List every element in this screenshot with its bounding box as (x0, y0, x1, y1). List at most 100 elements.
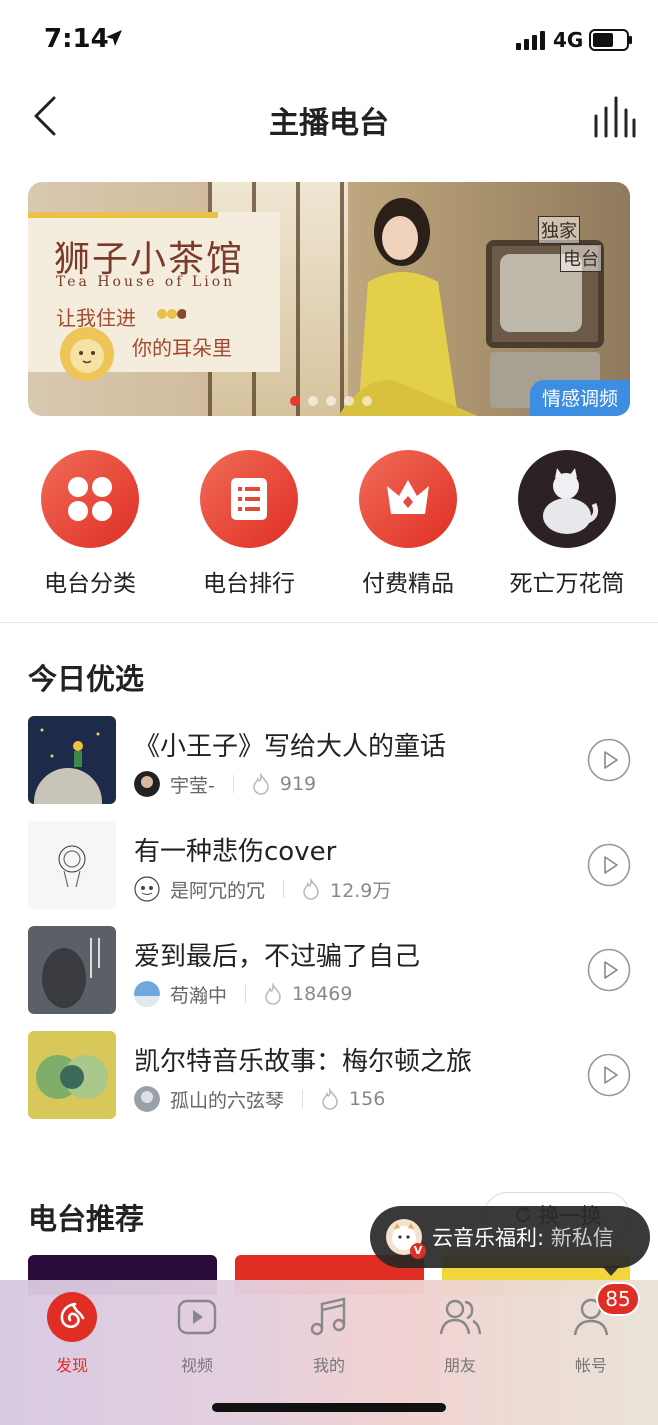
friends-icon (439, 1299, 482, 1335)
tab-label: 帐号 (574, 1356, 607, 1375)
quick-link-premium[interactable]: 付费精品 (328, 450, 488, 598)
pager-dot[interactable] (344, 396, 354, 406)
badge-top-text: 独家 (538, 216, 580, 244)
tab-friends[interactable]: 朋友 (415, 1292, 505, 1376)
tab-label: 朋友 (443, 1356, 476, 1375)
item-play-count: 18469 (292, 983, 353, 1005)
video-icon (177, 1299, 217, 1335)
pager-dot[interactable] (362, 396, 372, 406)
list-icon (231, 478, 267, 520)
item-author: 苟瀚中 (170, 984, 228, 1007)
item-play-count: 156 (349, 1088, 386, 1110)
play-icon[interactable] (587, 843, 631, 887)
play-icon[interactable] (587, 948, 631, 992)
now-playing-icon[interactable] (588, 94, 638, 140)
quick-link-label: 付费精品 (362, 571, 454, 597)
pager-dot[interactable] (308, 396, 318, 406)
lion-icon (60, 327, 114, 381)
item-meta: 宇莹- 919 (134, 770, 316, 798)
item-title: 凯尔特音乐故事：梅尔顿之旅 (134, 1047, 473, 1077)
avatar (134, 1086, 160, 1112)
banner-subtitle: Tea House of Lion (56, 274, 236, 290)
toast-text: 云音乐福利: 新私信 (432, 1226, 614, 1250)
cover-image (28, 821, 116, 909)
quick-link-featured-station[interactable]: 死亡万花筒 (487, 450, 647, 598)
banner-accent-line (28, 212, 218, 218)
list-item[interactable]: 《小王子》写给大人的童话 宇莹- 919 (0, 716, 658, 816)
cover-image (28, 716, 116, 804)
avatar (134, 981, 160, 1007)
badge-bottom-text: 电台 (560, 244, 602, 272)
banner-exclusive-badge: 独家 电台 (538, 216, 614, 272)
item-meta: 孤山的六弦琴 156 (134, 1085, 385, 1113)
item-author: 孤山的六弦琴 (170, 1089, 285, 1112)
pager-dot[interactable] (326, 396, 336, 406)
toast-sub-text: 新私信 (550, 1226, 614, 1250)
section-divider (0, 622, 658, 623)
music-note-icon (310, 1297, 346, 1336)
quick-link-label: 死亡万花筒 (509, 571, 625, 597)
quick-link-label: 电台排行 (203, 571, 295, 597)
item-author: 是阿冗的冗 (170, 879, 266, 902)
toast-avatar: V (386, 1219, 426, 1259)
status-bar: 7:14 4G (0, 0, 658, 80)
tab-label: 视频 (180, 1356, 213, 1375)
item-play-count: 12.9万 (330, 879, 392, 902)
today-section-title: 今日优选 (28, 662, 145, 696)
message-toast[interactable]: V 云音乐福利: 新私信 (370, 1206, 650, 1276)
play-icon[interactable] (587, 738, 631, 782)
item-play-count: 919 (279, 773, 317, 795)
item-meta: 是阿冗的冗 12.9万 (134, 875, 391, 903)
quick-link-ranking[interactable]: 电台排行 (169, 450, 329, 598)
banner-carousel[interactable]: 狮子小茶馆 Tea House of Lion 让我住进 你的耳朵里 独家 电台… (28, 182, 630, 416)
banner-pager (290, 396, 372, 406)
cover-image (28, 926, 116, 1014)
play-icon[interactable] (587, 1053, 631, 1097)
avatar (134, 771, 160, 797)
avatar (134, 876, 160, 902)
tab-mine[interactable]: 我的 (284, 1292, 374, 1376)
cat-avatar-icon (543, 468, 599, 534)
page-title: 主播电台 (269, 106, 389, 141)
toast-main-text: 云音乐福利 (432, 1226, 537, 1250)
tab-video[interactable]: 视频 (152, 1292, 242, 1376)
quick-links: 电台分类 电台排行 付费精品 死亡万花筒 (0, 450, 658, 600)
flame-icon (322, 1088, 338, 1110)
banner-slogan-2: 你的耳朵里 (132, 336, 232, 360)
quick-link-label: 电台分类 (44, 571, 136, 597)
signal-icon (516, 31, 545, 50)
network-type: 4G (553, 28, 584, 52)
verified-badge: V (410, 1243, 426, 1259)
tab-discover[interactable]: 发现 (27, 1292, 117, 1376)
home-indicator[interactable] (212, 1403, 446, 1412)
list-item[interactable]: 凯尔特音乐故事：梅尔顿之旅 孤山的六弦琴 156 (0, 1031, 658, 1131)
nav-bar: 主播电台 (0, 80, 658, 156)
item-title: 《小王子》写给大人的童话 (134, 732, 447, 762)
tab-label: 发现 (55, 1356, 88, 1375)
toast-tail (602, 1266, 620, 1276)
clover-icon (68, 477, 112, 521)
quick-link-category[interactable]: 电台分类 (10, 450, 170, 598)
recommend-section-title: 电台推荐 (28, 1202, 145, 1236)
item-title: 爱到最后，不过骗了自己 (134, 942, 421, 972)
discover-icon (47, 1292, 97, 1342)
location-arrow-icon (106, 30, 122, 46)
status-time: 7:14 (44, 24, 109, 54)
battery-icon (589, 29, 632, 51)
crown-icon (387, 480, 429, 514)
item-title: 有一种悲伤cover (134, 837, 337, 867)
item-author: 宇莹- (170, 774, 215, 797)
list-item[interactable]: 有一种悲伤cover 是阿冗的冗 12.9万 (0, 821, 658, 921)
flame-icon (303, 878, 319, 900)
item-meta: 苟瀚中 18469 (134, 980, 352, 1008)
list-item[interactable]: 爱到最后，不过骗了自己 苟瀚中 18469 (0, 926, 658, 1026)
banner-category-tag: 情感调频 (529, 380, 630, 416)
flame-icon (265, 983, 281, 1005)
cover-image (28, 1031, 116, 1119)
tab-label: 我的 (312, 1356, 345, 1375)
flame-icon (253, 773, 269, 795)
banner-person-art (338, 198, 478, 416)
notification-badge: 85 (596, 1282, 640, 1316)
banner-dots-decoration (157, 309, 186, 319)
pager-dot[interactable] (290, 396, 300, 406)
